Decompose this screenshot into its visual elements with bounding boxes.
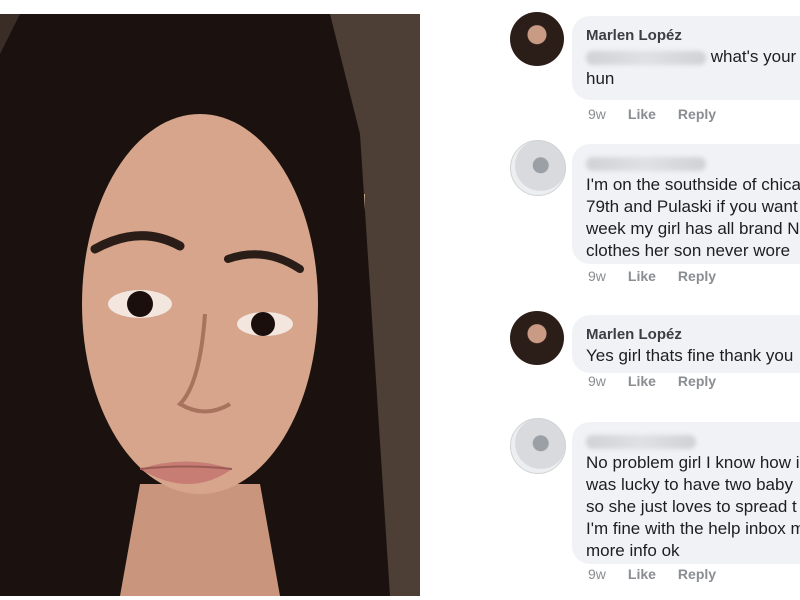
comment-author[interactable] bbox=[586, 432, 800, 452]
portrait-illustration bbox=[0, 14, 420, 596]
reply-link[interactable]: Reply bbox=[678, 373, 716, 389]
reply-link[interactable]: Reply bbox=[678, 106, 716, 122]
like-link[interactable]: Like bbox=[628, 566, 656, 582]
reply-link[interactable]: Reply bbox=[678, 566, 716, 582]
comment-text: No problem girl I know how i was lucky t… bbox=[586, 453, 800, 560]
comment-bubble: No problem girl I know how i was lucky t… bbox=[572, 422, 800, 564]
redacted-name bbox=[586, 435, 696, 450]
redacted-name bbox=[586, 157, 706, 172]
reply-link[interactable]: Reply bbox=[678, 268, 716, 284]
avatar[interactable] bbox=[510, 12, 564, 66]
comment-time[interactable]: 9w bbox=[588, 106, 606, 122]
comment-time[interactable]: 9w bbox=[588, 566, 606, 582]
comment-time[interactable]: 9w bbox=[588, 268, 606, 284]
comment-author[interactable]: Marlen Lopéz bbox=[586, 26, 800, 46]
redacted-name bbox=[586, 50, 706, 65]
avatar[interactable] bbox=[510, 140, 566, 196]
like-link[interactable]: Like bbox=[628, 106, 656, 122]
comment-bubble: I'm on the southside of chica 79th and P… bbox=[572, 144, 800, 264]
comment-actions: 9w Like Reply bbox=[588, 373, 738, 389]
like-link[interactable]: Like bbox=[628, 268, 656, 284]
comment-actions: 9w Like Reply bbox=[588, 268, 738, 284]
comment-text: I'm on the southside of chica 79th and P… bbox=[586, 175, 800, 260]
comment-text: Yes girl thats fine thank you bbox=[586, 346, 794, 365]
comment-author[interactable] bbox=[586, 154, 800, 174]
comment-time[interactable]: 9w bbox=[588, 373, 606, 389]
like-link[interactable]: Like bbox=[628, 373, 656, 389]
portrait-photo bbox=[0, 14, 420, 596]
comment-author[interactable]: Marlen Lopéz bbox=[586, 325, 800, 345]
comment-bubble: Marlen Lopéz what's your hun bbox=[572, 16, 800, 100]
avatar[interactable] bbox=[510, 311, 564, 365]
comment-actions: 9w Like Reply bbox=[588, 106, 738, 122]
comment-thread: Marlen Lopéz what's your hun 9w Like Reply… bbox=[500, 0, 800, 600]
comment-actions: 9w Like Reply bbox=[588, 566, 738, 582]
comment-bubble: Marlen Lopéz Yes girl thats fine thank y… bbox=[572, 315, 800, 373]
avatar[interactable] bbox=[510, 418, 566, 474]
comment-text: what's your hun bbox=[586, 46, 800, 90]
